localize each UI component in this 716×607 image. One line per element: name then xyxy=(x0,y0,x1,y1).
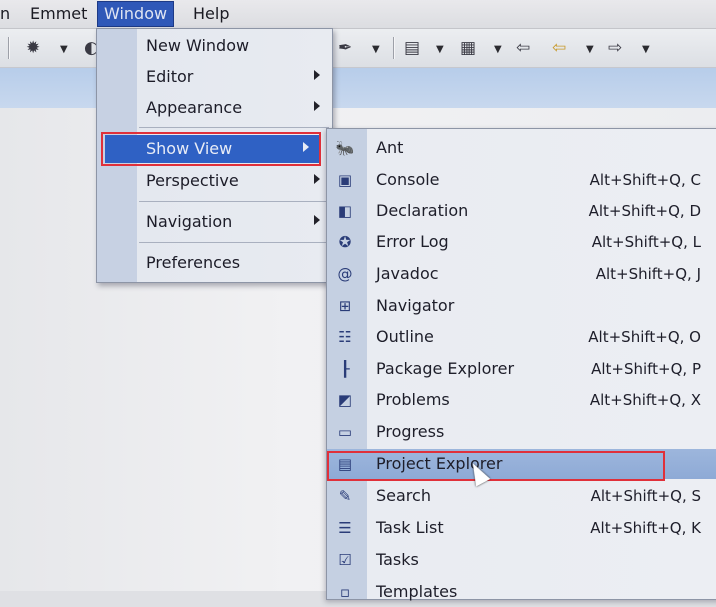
show-view-item-progress[interactable]: ▭ Progress xyxy=(327,417,716,447)
show-view-item-label: Task List xyxy=(376,518,444,537)
chevron-down-icon[interactable]: ▼ xyxy=(436,39,444,61)
annotation-box-project-explorer xyxy=(327,451,665,481)
show-view-item-package-explorer[interactable]: ┠ Package Explorer Alt+Shift+Q, P xyxy=(327,354,716,384)
javadoc-icon: @ xyxy=(337,265,353,283)
menu-item-label: Appearance xyxy=(146,98,243,117)
show-view-item-declaration[interactable]: ◧ Declaration Alt+Shift+Q, D xyxy=(327,196,716,226)
show-view-item-shortcut: Alt+Shift+Q, S xyxy=(590,487,701,505)
progress-icon: ▭ xyxy=(337,423,353,441)
outline-icon: ☷ xyxy=(338,328,352,346)
menu-divider xyxy=(139,127,329,128)
show-view-item-shortcut: Alt+Shift+Q, D xyxy=(588,202,701,220)
show-view-item-label: Problems xyxy=(376,390,450,409)
show-view-item-label: Outline xyxy=(376,327,434,346)
submenu-arrow-icon xyxy=(314,70,320,80)
menu-item-label: Preferences xyxy=(146,253,241,272)
menu-item-preferences[interactable]: Preferences xyxy=(97,249,332,277)
show-view-item-shortcut: Alt+Shift+Q, O xyxy=(588,328,701,346)
show-view-item-label: Ant xyxy=(376,138,404,157)
declaration-icon: ◧ xyxy=(337,202,353,220)
show-view-item-label: Javadoc xyxy=(376,264,439,283)
menu-item-label: New Window xyxy=(146,36,250,55)
show-view-item-label: Console xyxy=(376,170,440,189)
templates-icon: ▫ xyxy=(339,583,351,601)
show-view-item-label: Declaration xyxy=(376,201,469,220)
show-view-item-shortcut: Alt+Shift+Q, L xyxy=(591,233,701,251)
show-view-item-outline[interactable]: ☷ Outline Alt+Shift+Q, O xyxy=(327,322,716,352)
menu-item-appearance[interactable]: Appearance xyxy=(97,94,332,122)
menu-help[interactable]: Help xyxy=(189,3,233,25)
open-file-icon[interactable]: ▤ xyxy=(404,37,420,59)
menu-emmet[interactable]: Emmet xyxy=(26,3,91,25)
show-view-item-label: Search xyxy=(376,486,431,505)
show-view-item-shortcut: Alt+Shift+Q, X xyxy=(589,391,701,409)
submenu-arrow-icon xyxy=(314,215,320,225)
menu-run-partial[interactable]: n xyxy=(0,3,14,25)
tasks-icon: ☑ xyxy=(338,551,352,569)
menu-item-label: Perspective xyxy=(146,171,239,190)
show-view-item-shortcut: Alt+Shift+Q, K xyxy=(590,519,701,537)
show-view-item-label: Templates xyxy=(376,582,458,601)
console-icon: ▣ xyxy=(337,171,353,189)
menu-item-perspective[interactable]: Perspective xyxy=(97,167,332,195)
submenu-arrow-icon xyxy=(314,101,320,111)
show-view-item-label: Tasks xyxy=(376,550,419,569)
prev-icon[interactable]: ⇦ xyxy=(552,37,566,59)
show-view-item-shortcut: Alt+Shift+Q, C xyxy=(589,171,701,189)
show-view-submenu: 🐜 Ant ▣ Console Alt+Shift+Q, C ◧ Declaration Al… xyxy=(326,128,716,601)
open-type-icon[interactable]: ▦ xyxy=(460,37,476,59)
chevron-down-icon[interactable]: ▼ xyxy=(372,39,380,61)
submenu-arrow-icon xyxy=(314,174,320,184)
chevron-down-icon[interactable]: ▼ xyxy=(60,39,68,61)
show-view-item-shortcut: Alt+Shift+Q, P xyxy=(591,360,701,378)
show-view-item-templates[interactable]: ▫ Templates xyxy=(327,577,716,607)
problems-icon: ◩ xyxy=(337,391,353,409)
show-view-item-console[interactable]: ▣ Console Alt+Shift+Q, C xyxy=(327,165,716,195)
chevron-down-icon[interactable]: ▼ xyxy=(494,39,502,61)
task-list-icon: ☰ xyxy=(338,519,352,537)
forward-icon[interactable]: ⇨ xyxy=(608,37,622,59)
show-view-item-task-list[interactable]: ☰ Task List Alt+Shift+Q, K xyxy=(327,513,716,543)
show-view-item-shortcut: Alt+Shift+Q, J xyxy=(595,265,701,283)
package-explorer-icon: ┠ xyxy=(340,360,350,378)
toolbar-separator xyxy=(393,37,395,59)
show-view-item-problems[interactable]: ◩ Problems Alt+Shift+Q, X xyxy=(327,385,716,415)
back-icon[interactable]: ⇦ xyxy=(516,37,530,59)
menu-divider xyxy=(139,242,329,243)
menu-window[interactable]: Window xyxy=(97,1,175,27)
show-view-item-label: Progress xyxy=(376,422,445,441)
ant-icon: 🐜 xyxy=(335,139,355,157)
menu-item-label: Editor xyxy=(146,67,194,86)
search-icon: ✎ xyxy=(338,487,352,505)
chevron-down-icon[interactable]: ▼ xyxy=(586,39,594,61)
toolbar-separator xyxy=(8,37,10,59)
annotation-box-show-view xyxy=(101,132,321,166)
show-view-item-label: Navigator xyxy=(376,296,455,315)
chevron-down-icon[interactable]: ▼ xyxy=(642,39,650,61)
show-view-item-ant[interactable]: 🐜 Ant xyxy=(327,133,716,163)
navigator-icon: ⊞ xyxy=(338,297,352,315)
show-view-item-javadoc[interactable]: @ Javadoc Alt+Shift+Q, J xyxy=(327,259,716,289)
show-view-item-search[interactable]: ✎ Search Alt+Shift+Q, S xyxy=(327,481,716,511)
error-log-icon: ✪ xyxy=(338,233,352,251)
show-view-item-tasks[interactable]: ☑ Tasks xyxy=(327,545,716,575)
menu-item-editor[interactable]: Editor xyxy=(97,63,332,91)
show-view-item-label: Error Log xyxy=(376,232,449,251)
menu-item-navigation[interactable]: Navigation xyxy=(97,208,332,236)
menubar: n Emmet Window Help xyxy=(0,0,716,29)
show-view-item-navigator[interactable]: ⊞ Navigator xyxy=(327,291,716,321)
menu-item-new-window[interactable]: New Window xyxy=(97,32,332,60)
menu-divider xyxy=(139,201,329,202)
bug-icon[interactable]: ✹ xyxy=(26,37,40,59)
show-view-item-label: Package Explorer xyxy=(376,359,515,378)
pen-icon[interactable]: ✒ xyxy=(338,37,352,59)
menu-item-label: Navigation xyxy=(146,212,233,231)
show-view-item-error-log[interactable]: ✪ Error Log Alt+Shift+Q, L xyxy=(327,227,716,257)
